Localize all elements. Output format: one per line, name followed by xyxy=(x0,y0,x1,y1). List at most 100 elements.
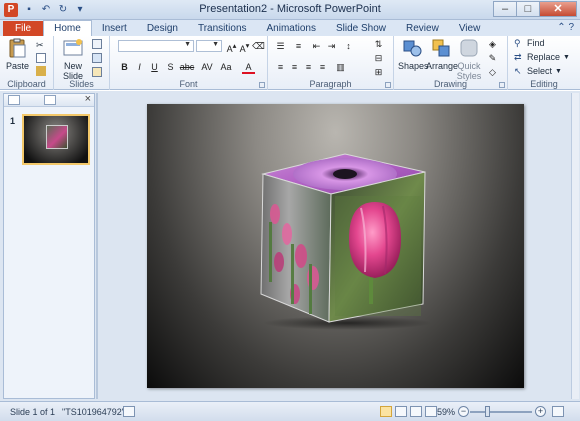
find-button[interactable]: ⚲ Find xyxy=(514,38,545,48)
cut-button[interactable]: ✂ xyxy=(36,40,46,50)
clear-formatting-icon[interactable]: ⌫ xyxy=(252,41,265,52)
reset-button[interactable] xyxy=(92,53,102,63)
paste-label: Paste xyxy=(6,61,30,71)
bold-button[interactable]: B xyxy=(118,62,131,72)
slides-pane-header: × xyxy=(4,93,94,107)
shape-outline-icon[interactable]: ✎ xyxy=(486,53,499,64)
spell-check-icon[interactable] xyxy=(123,406,135,417)
bullets-icon[interactable]: ☰ xyxy=(274,41,287,52)
new-slide-button[interactable]: New Slide xyxy=(60,38,86,81)
fit-to-window-icon[interactable] xyxy=(552,406,564,417)
grow-font-icon[interactable]: A▴ xyxy=(225,41,238,54)
arrange-button[interactable]: Arrange xyxy=(426,38,458,71)
paste-button[interactable]: Paste xyxy=(6,38,30,71)
tab-file[interactable]: File xyxy=(3,21,44,36)
select-button[interactable]: ↖ Select ▼ xyxy=(514,66,562,76)
shapes-button[interactable]: Shapes xyxy=(398,38,429,71)
reading-view-icon[interactable] xyxy=(410,406,422,417)
underline-button[interactable]: U xyxy=(148,62,161,72)
pane-splitter[interactable] xyxy=(96,93,98,399)
paragraph-dialog-launcher[interactable] xyxy=(385,82,391,88)
tab-review[interactable]: Review xyxy=(396,21,449,36)
ribbon: Paste ✂ Clipboard New Slide Slides ▼ ▼ A… xyxy=(0,36,580,90)
tab-transitions[interactable]: Transitions xyxy=(188,21,257,36)
normal-view-icon[interactable] xyxy=(380,406,392,417)
font-dialog-launcher[interactable] xyxy=(259,82,265,88)
strikethrough-button[interactable]: abc xyxy=(178,62,196,72)
decrease-indent-icon[interactable]: ⇤ xyxy=(310,41,323,52)
shape-effects-icon[interactable]: ◇ xyxy=(486,67,499,78)
quick-styles-icon xyxy=(460,39,478,57)
tab-design[interactable]: Design xyxy=(137,21,188,36)
pointer-icon: ↖ xyxy=(514,66,522,76)
section-button[interactable] xyxy=(92,67,102,77)
format-painter-button[interactable] xyxy=(36,66,46,76)
character-spacing-button[interactable]: AV xyxy=(199,62,215,72)
help-icon[interactable]: ? xyxy=(568,22,574,33)
zoom-slider-thumb[interactable] xyxy=(485,406,490,417)
shadow-text-button[interactable]: S xyxy=(164,62,177,72)
drawing-group: Shapes Arrange Quick Styles ◈ ✎ ◇ Drawin… xyxy=(394,36,508,90)
copy-button[interactable] xyxy=(36,53,46,63)
smartart-icon[interactable]: ⊞ xyxy=(372,67,385,78)
font-color-button[interactable]: A xyxy=(242,62,255,74)
binoculars-icon: ⚲ xyxy=(514,38,521,48)
zoom-slider[interactable] xyxy=(470,411,532,413)
slides-tab-icon[interactable] xyxy=(8,95,20,105)
slides-pane: × 1 xyxy=(3,93,95,399)
slide-show-view-icon[interactable] xyxy=(425,406,437,417)
slide-sorter-view-icon[interactable] xyxy=(395,406,407,417)
arrange-icon xyxy=(432,39,450,57)
justify-icon[interactable]: ≡ xyxy=(316,62,329,72)
italic-button[interactable]: I xyxy=(133,62,146,72)
slides-group: New Slide Slides xyxy=(54,36,110,90)
close-pane-icon[interactable]: × xyxy=(85,93,91,105)
minimize-ribbon-icon[interactable]: ⌃ xyxy=(557,22,565,33)
paste-icon xyxy=(9,38,26,58)
shape-fill-icon[interactable]: ◈ xyxy=(486,39,499,50)
work-area: × 1 xyxy=(0,91,580,401)
find-label: Find xyxy=(527,38,545,48)
slide-number: 1 xyxy=(10,116,16,126)
align-left-icon[interactable]: ≡ xyxy=(274,62,287,72)
tab-view[interactable]: View xyxy=(449,21,491,36)
change-case-button[interactable]: Aa xyxy=(218,62,234,72)
minimize-button[interactable]: – xyxy=(493,1,517,17)
font-size-combo[interactable]: ▼ xyxy=(196,40,222,52)
slide-thumbnail[interactable] xyxy=(22,114,90,165)
scissors-icon: ✂ xyxy=(36,40,44,50)
tab-insert[interactable]: Insert xyxy=(92,21,137,36)
zoom-level[interactable]: 59% xyxy=(437,407,455,417)
photo-cube-image[interactable] xyxy=(245,144,435,329)
reset-icon xyxy=(92,53,102,63)
replace-button[interactable]: ⇄ Replace ▼ xyxy=(514,52,570,62)
drawing-dialog-launcher[interactable] xyxy=(499,82,505,88)
numbering-icon[interactable]: ≡ xyxy=(292,41,305,51)
align-center-icon[interactable]: ≡ xyxy=(288,62,301,72)
tab-slide-show[interactable]: Slide Show xyxy=(326,21,396,36)
quick-styles-button[interactable]: Quick Styles xyxy=(456,38,482,81)
align-right-icon[interactable]: ≡ xyxy=(302,62,315,72)
layout-button[interactable] xyxy=(92,39,102,49)
tab-animations[interactable]: Animations xyxy=(257,21,326,36)
align-text-icon[interactable]: ⊟ xyxy=(372,53,385,64)
zoom-in-button[interactable]: + xyxy=(535,406,546,417)
shrink-font-icon[interactable]: A▾ xyxy=(238,41,251,54)
columns-icon[interactable]: ▥ xyxy=(334,62,347,73)
ribbon-tabs: File Home Insert Design Transitions Anim… xyxy=(0,20,580,36)
zoom-out-button[interactable]: − xyxy=(458,406,469,417)
outline-tab-icon[interactable] xyxy=(44,95,56,105)
maximize-button[interactable]: □ xyxy=(516,1,540,17)
slide-canvas[interactable] xyxy=(147,104,524,388)
select-label: Select xyxy=(527,66,553,76)
text-direction-icon[interactable]: ⇅ xyxy=(372,39,385,50)
theme-status[interactable]: "TS101964792" xyxy=(62,407,125,417)
line-spacing-icon[interactable]: ↕ xyxy=(342,41,355,51)
close-button[interactable]: ✕ xyxy=(539,1,577,17)
font-group: ▼ ▼ A▴ A▾ ⌫ B I U S abc AV Aa A Font xyxy=(110,36,268,90)
tab-home[interactable]: Home xyxy=(43,20,92,36)
vertical-scrollbar[interactable] xyxy=(571,93,579,399)
increase-indent-icon[interactable]: ⇥ xyxy=(325,41,338,52)
font-name-combo[interactable]: ▼ xyxy=(118,40,194,52)
dropdown-arrow-icon: ▼ xyxy=(212,41,219,48)
